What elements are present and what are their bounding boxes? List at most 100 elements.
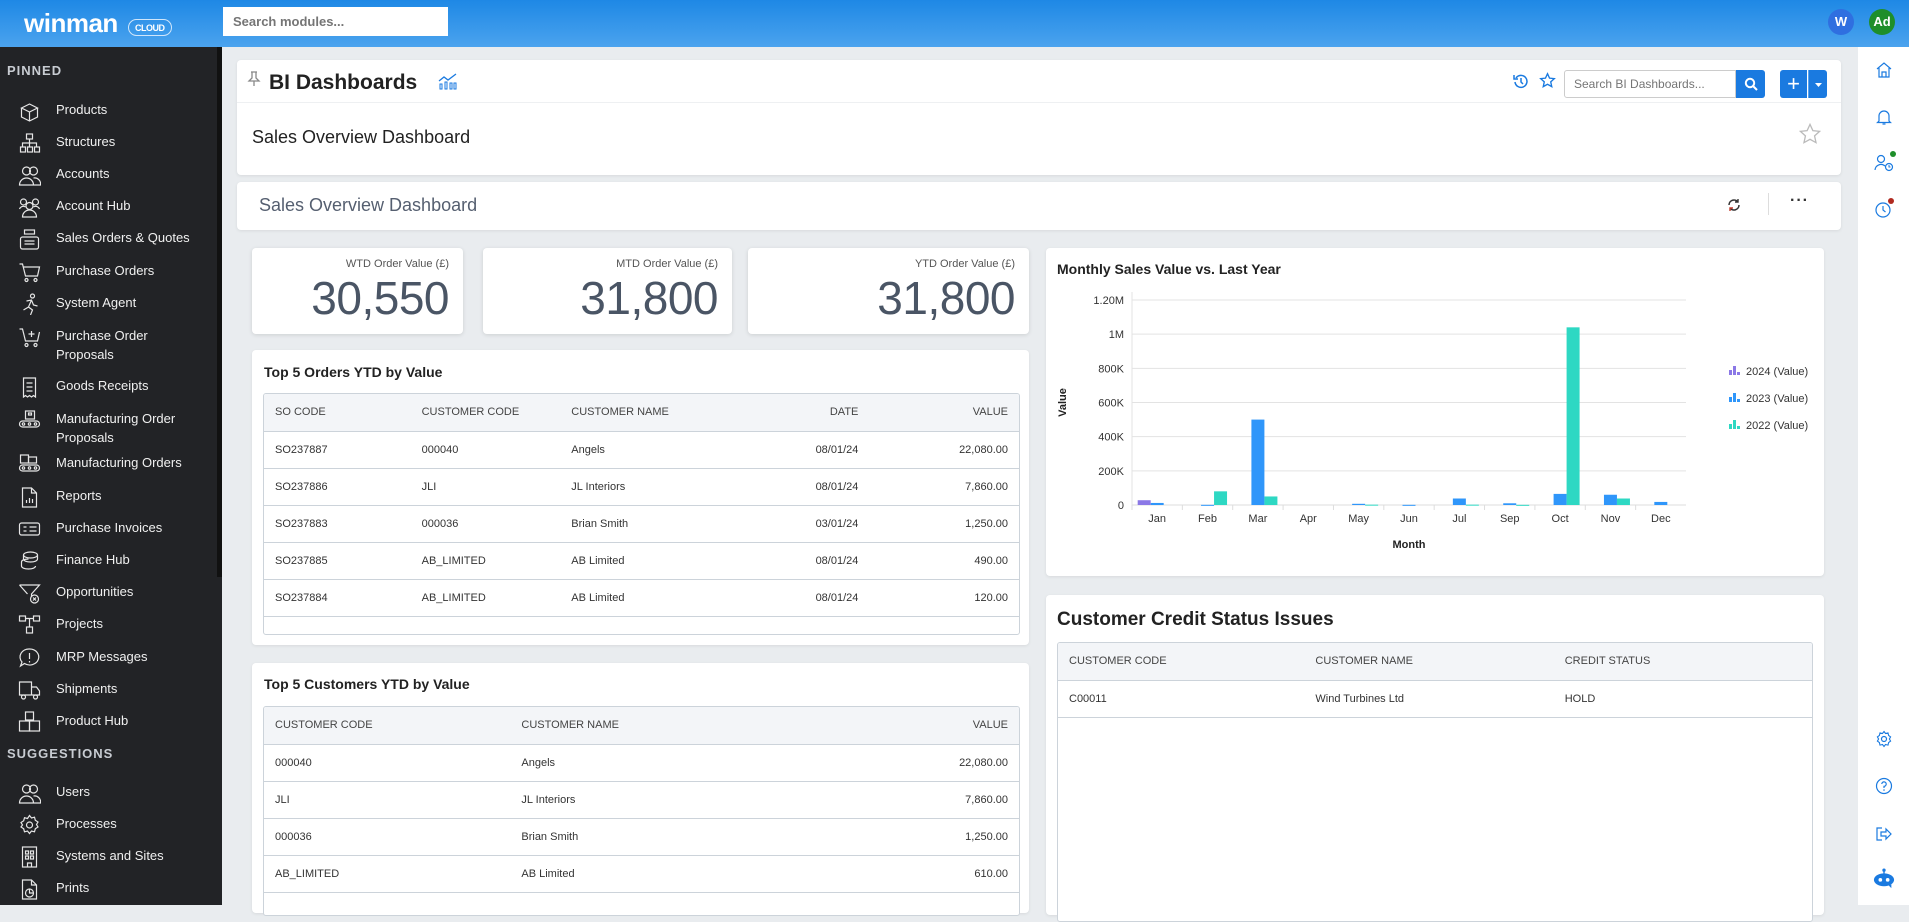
sidebar-item-goods-receipts[interactable]: Goods Receipts (0, 376, 215, 398)
suggestions-heading: SUGGESTIONS (7, 746, 114, 761)
sidebar-item-users[interactable]: Users (0, 782, 215, 804)
help-icon[interactable] (1873, 775, 1895, 797)
app-avatar[interactable]: W (1828, 9, 1854, 35)
bi-search-button[interactable] (1736, 70, 1765, 98)
sidebar-item-structures[interactable]: Structures (0, 132, 215, 154)
column-header[interactable]: VALUE (869, 394, 1019, 432)
table-row[interactable]: AB_LIMITED AB Limited 610.00 (264, 855, 1019, 893)
x-tick-label: Jul (1452, 513, 1466, 525)
table-cell: 7,860.00 (809, 781, 1019, 819)
column-header[interactable]: CUSTOMER NAME (510, 707, 810, 745)
table-cell: 120.00 (869, 579, 1019, 617)
winman-logo[interactable]: winman CLOUD (24, 8, 172, 39)
x-axis-title: Month (1393, 539, 1426, 551)
bar-2022-feb (1214, 491, 1228, 505)
table-cell: SO237887 (264, 431, 411, 469)
sidebar-item-purchase-order-proposals[interactable]: Purchase Order Proposals (0, 326, 215, 364)
table-row[interactable]: SO237884 AB_LIMITED AB Limited 08/01/24 120.… (264, 579, 1019, 617)
legend-swatch (1737, 372, 1740, 375)
legend-item[interactable]: 2022 (Value) (1729, 420, 1808, 432)
column-header[interactable]: CREDIT STATUS (1553, 643, 1812, 681)
clock-icon[interactable] (1873, 198, 1895, 220)
table-row[interactable]: SO237883 000036 Brian Smith 03/01/24 1,250.0… (264, 505, 1019, 543)
sidebar-item-products[interactable]: Products (0, 100, 215, 122)
sidebar-item-systems-and-sites[interactable]: Systems and Sites (0, 846, 215, 868)
table-row[interactable]: JLI JL Interiors 7,860.00 (264, 781, 1019, 819)
sidebar-item-label: Purchase Orders (56, 263, 155, 278)
sidebar-item-purchase-orders[interactable]: Purchase Orders (0, 261, 215, 283)
table-row[interactable]: SO237887 000040 Angels 08/01/24 22,080.00 (264, 431, 1019, 469)
sidebar-item-account-hub[interactable]: Account Hub (0, 196, 215, 218)
subtitle-favorite-star-icon[interactable] (1798, 122, 1822, 151)
legend-item[interactable]: 2023 (Value) (1729, 393, 1808, 405)
table-cell: 03/01/24 (729, 505, 870, 543)
status-dot-green (1890, 151, 1896, 157)
legend-item[interactable]: 2024 (Value) (1729, 366, 1808, 378)
pin-icon[interactable] (247, 71, 261, 92)
column-header[interactable]: CUSTOMER CODE (264, 707, 511, 745)
add-dashboard-button[interactable]: + (1780, 70, 1807, 98)
sidebar-item-label: Reports (56, 488, 102, 503)
column-header[interactable]: SO CODE (264, 394, 411, 432)
refresh-icon[interactable] (1727, 198, 1741, 217)
home-icon[interactable] (1873, 59, 1895, 81)
truck-icon (0, 679, 56, 701)
sidebar-item-reports[interactable]: Reports (0, 486, 215, 508)
sidebar-item-opportunities[interactable]: Opportunities (0, 582, 215, 604)
history-icon[interactable] (1513, 73, 1529, 94)
column-header[interactable]: VALUE (809, 707, 1019, 745)
module-search-input[interactable] (223, 7, 448, 36)
x-tick-label: Mar (1248, 513, 1267, 525)
sidebar-item-manufacturing-order-proposals[interactable]: Manufacturing Order Proposals (0, 409, 215, 447)
chatbot-icon[interactable] (1873, 867, 1895, 889)
sidebar-item-projects[interactable]: Projects (0, 614, 215, 636)
sidebar-item-mrp-messages[interactable]: MRP Messages (0, 647, 215, 669)
sidebar-item-product-hub[interactable]: Product Hub (0, 711, 215, 733)
sidebar-item-label: Systems and Sites (56, 848, 164, 863)
y-tick-label: 0 (1118, 500, 1124, 512)
sidebar-item-manufacturing-orders[interactable]: Manufacturing Orders (0, 453, 215, 475)
cart-icon (0, 261, 56, 283)
bar-2022-may (1365, 504, 1379, 506)
bar-2023-jan (1150, 502, 1164, 505)
table-row[interactable]: 000036 Brian Smith 1,250.00 (264, 818, 1019, 856)
legend-swatch (1729, 370, 1732, 375)
bell-icon[interactable] (1873, 106, 1895, 128)
sidebar-item-accounts[interactable]: Accounts (0, 164, 215, 186)
more-options-icon[interactable]: ··· (1790, 192, 1809, 210)
sidebar-item-shipments[interactable]: Shipments (0, 679, 215, 701)
settings-gear-icon[interactable] (1873, 728, 1895, 750)
logout-icon[interactable] (1873, 823, 1895, 845)
add-dropdown-button[interactable] (1808, 70, 1827, 98)
user-avatar[interactable]: Ad (1869, 9, 1895, 35)
table-cell: JLI (410, 468, 561, 506)
column-header[interactable]: CUSTOMER CODE (1058, 643, 1305, 681)
table-row[interactable]: C00011 Wind Turbines Ltd HOLD (1058, 680, 1812, 718)
column-header[interactable]: DATE (729, 394, 870, 432)
sidebar-item-finance-hub[interactable]: Finance Hub (0, 550, 215, 572)
table-row[interactable]: SO237886 JLI JL Interiors 08/01/24 7,860.00 (264, 468, 1019, 506)
y-tick-label: 800K (1098, 363, 1124, 375)
table-cell: AB Limited (560, 542, 730, 580)
sidebar-item-purchase-invoices[interactable]: Purchase Invoices (0, 518, 215, 540)
column-header[interactable]: CUSTOMER NAME (1304, 643, 1554, 681)
user-clock-icon[interactable] (1873, 151, 1896, 173)
table-row[interactable]: 000040 Angels 22,080.00 (264, 744, 1019, 782)
favorite-star-icon[interactable] (1539, 72, 1556, 94)
sidebar-item-sales-orders-quotes[interactable]: Sales Orders & Quotes (0, 228, 215, 250)
sidebar-item-label: Manufacturing Order Proposals (56, 411, 176, 445)
hierarchy-icon (0, 132, 56, 154)
x-tick-label: Feb (1198, 513, 1217, 525)
sidebar-item-system-agent[interactable]: System Agent (0, 293, 215, 315)
table-row[interactable]: SO237885 AB_LIMITED AB Limited 08/01/24 490.… (264, 542, 1019, 580)
bi-search-input[interactable] (1564, 70, 1736, 98)
column-header[interactable]: CUSTOMER CODE (410, 394, 561, 432)
table-cell: Angels (510, 744, 810, 782)
sidebar-item-prints[interactable]: Prints (0, 878, 215, 900)
sidebar-item-processes[interactable]: Processes (0, 814, 215, 836)
table-cell: AB_LIMITED (264, 855, 511, 893)
column-header[interactable]: CUSTOMER NAME (560, 394, 730, 432)
pinned-heading: PINNED (7, 63, 63, 78)
sidebar-item-label: Finance Hub (56, 552, 130, 567)
table-cell: 490.00 (869, 542, 1019, 580)
